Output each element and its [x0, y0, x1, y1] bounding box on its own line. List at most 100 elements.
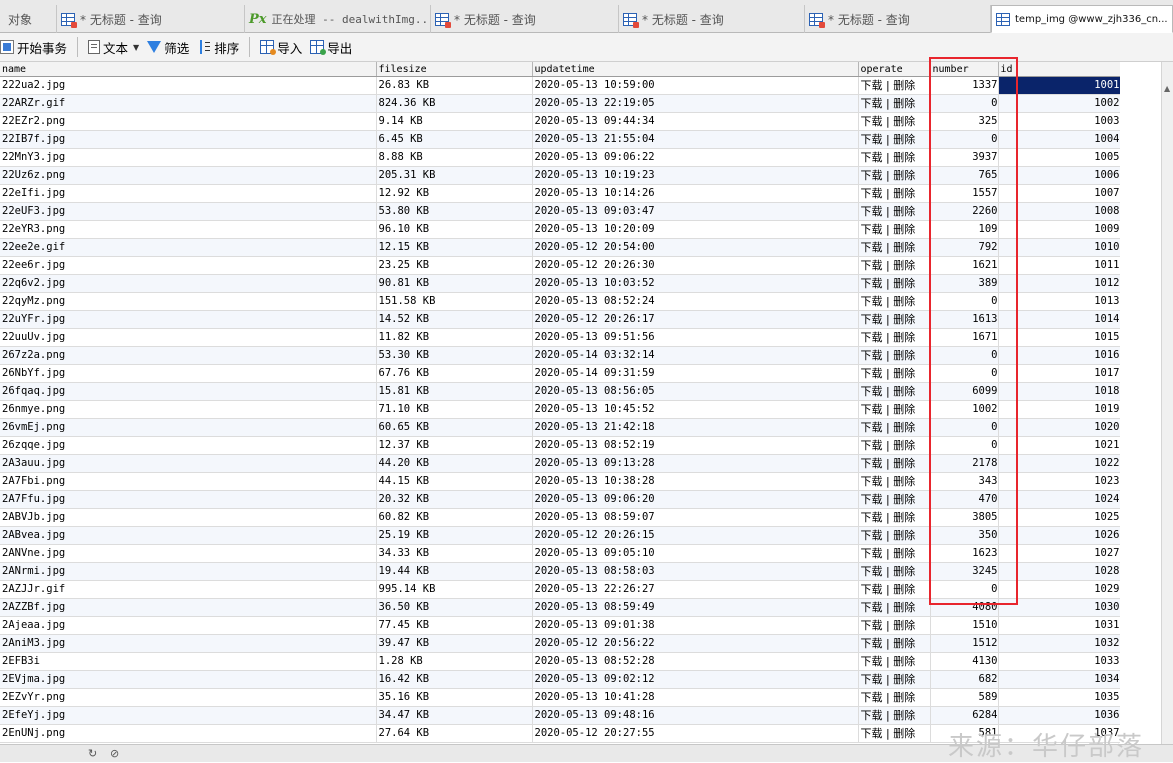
- cell-operate[interactable]: 下载 | 删除: [858, 508, 931, 527]
- cell-name[interactable]: 2EVjma.jpg: [0, 670, 377, 689]
- cell-filesize[interactable]: 205.31 KB: [376, 166, 533, 185]
- cell-updatetime[interactable]: 2020-05-13 09:51:56: [532, 328, 859, 347]
- cell-updatetime[interactable]: 2020-05-13 09:05:10: [532, 544, 859, 563]
- cell-number[interactable]: 682: [930, 670, 999, 689]
- column-header-operate[interactable]: operate: [858, 62, 931, 77]
- cell-updatetime[interactable]: 2020-05-13 09:06:22: [532, 148, 859, 167]
- cell-updatetime[interactable]: 2020-05-13 10:38:28: [532, 472, 859, 491]
- cell-filesize[interactable]: 53.80 KB: [376, 202, 533, 221]
- cell-id[interactable]: 1035: [998, 688, 1120, 707]
- cell-name[interactable]: 2ABvea.jpg: [0, 526, 377, 545]
- cell-operate[interactable]: 下载 | 删除: [858, 454, 931, 473]
- table-row[interactable]: 2EfeYj.jpg 34.47 KB 2020-05-13 09:48:16 下载 …: [0, 706, 1120, 725]
- tab-objects[interactable]: 对象: [0, 5, 57, 33]
- cell-number[interactable]: 589: [930, 688, 999, 707]
- cell-name[interactable]: 2ANrmi.jpg: [0, 562, 377, 581]
- cell-updatetime[interactable]: 2020-05-13 09:48:16: [532, 706, 859, 725]
- cell-name[interactable]: 2EFB3i: [0, 652, 377, 671]
- cell-operate[interactable]: 下载 | 删除: [858, 364, 931, 383]
- cell-name[interactable]: 26fqaq.jpg: [0, 382, 377, 401]
- cell-filesize[interactable]: 16.42 KB: [376, 670, 533, 689]
- vertical-scrollbar[interactable]: ▲: [1161, 62, 1173, 744]
- cell-name[interactable]: 22qyMz.png: [0, 292, 377, 311]
- cell-operate[interactable]: 下载 | 删除: [858, 562, 931, 581]
- cell-updatetime[interactable]: 2020-05-13 09:44:34: [532, 112, 859, 131]
- cell-filesize[interactable]: 6.45 KB: [376, 130, 533, 149]
- cell-operate[interactable]: 下载 | 删除: [858, 256, 931, 275]
- cell-filesize[interactable]: 19.44 KB: [376, 562, 533, 581]
- cell-updatetime[interactable]: 2020-05-13 09:13:28: [532, 454, 859, 473]
- cell-name[interactable]: 222ua2.jpg: [0, 76, 377, 95]
- cell-name[interactable]: 2AZJJr.gif: [0, 580, 377, 599]
- cell-operate[interactable]: 下载 | 删除: [858, 544, 931, 563]
- cell-operate[interactable]: 下载 | 删除: [858, 688, 931, 707]
- cell-filesize[interactable]: 12.37 KB: [376, 436, 533, 455]
- cell-operate[interactable]: 下载 | 删除: [858, 202, 931, 221]
- refresh-icon[interactable]: ↻: [88, 747, 97, 760]
- cell-updatetime[interactable]: 2020-05-13 10:41:28: [532, 688, 859, 707]
- cell-name[interactable]: 22ARZr.gif: [0, 94, 377, 113]
- cell-number[interactable]: 4130: [930, 652, 999, 671]
- cell-operate[interactable]: 下载 | 删除: [858, 472, 931, 491]
- sort-button[interactable]: 排序: [193, 36, 243, 58]
- cell-filesize[interactable]: 26.83 KB: [376, 76, 533, 95]
- cell-filesize[interactable]: 12.92 KB: [376, 184, 533, 203]
- cell-operate[interactable]: 下载 | 删除: [858, 292, 931, 311]
- cell-filesize[interactable]: 60.65 KB: [376, 418, 533, 437]
- table-row[interactable]: 2EVjma.jpg 16.42 KB 2020-05-13 09:02:12 下载 …: [0, 670, 1120, 689]
- tab-query-2[interactable]: * 无标题 - 查询: [431, 5, 619, 33]
- tab-query-1[interactable]: * 无标题 - 查询: [57, 5, 245, 33]
- cell-updatetime[interactable]: 2020-05-13 08:59:49: [532, 598, 859, 617]
- column-header-name[interactable]: name: [0, 62, 377, 77]
- cell-filesize[interactable]: 67.76 KB: [376, 364, 533, 383]
- import-button[interactable]: 导入: [256, 36, 306, 58]
- cell-updatetime[interactable]: 2020-05-14 03:32:14: [532, 346, 859, 365]
- begin-transaction-button[interactable]: 开始事务: [0, 36, 71, 58]
- cell-updatetime[interactable]: 2020-05-13 08:52:19: [532, 436, 859, 455]
- cell-filesize[interactable]: 44.20 KB: [376, 454, 533, 473]
- cell-name[interactable]: 22uuUv.jpg: [0, 328, 377, 347]
- cell-filesize[interactable]: 23.25 KB: [376, 256, 533, 275]
- scroll-up-icon[interactable]: ▲: [1164, 84, 1170, 93]
- cell-operate[interactable]: 下载 | 删除: [858, 436, 931, 455]
- cell-name[interactable]: 22ee6r.jpg: [0, 256, 377, 275]
- cell-filesize[interactable]: 36.50 KB: [376, 598, 533, 617]
- cell-filesize[interactable]: 20.32 KB: [376, 490, 533, 509]
- cell-operate[interactable]: 下载 | 删除: [858, 418, 931, 437]
- tab-processing[interactable]: Px 正在处理 -- dealwithImg...: [245, 5, 431, 33]
- cell-id[interactable]: 1033: [998, 652, 1120, 671]
- cell-updatetime[interactable]: 2020-05-13 22:26:27: [532, 580, 859, 599]
- cell-operate[interactable]: 下载 | 删除: [858, 652, 931, 671]
- cell-operate[interactable]: 下载 | 删除: [858, 382, 931, 401]
- cell-updatetime[interactable]: 2020-05-13 10:20:09: [532, 220, 859, 239]
- cell-filesize[interactable]: 35.16 KB: [376, 688, 533, 707]
- cell-filesize[interactable]: 8.88 KB: [376, 148, 533, 167]
- cell-updatetime[interactable]: 2020-05-12 20:26:30: [532, 256, 859, 275]
- cell-filesize[interactable]: 151.58 KB: [376, 292, 533, 311]
- cell-operate[interactable]: 下载 | 删除: [858, 400, 931, 419]
- cell-name[interactable]: 2EZvYr.png: [0, 688, 377, 707]
- export-button[interactable]: 导出: [306, 36, 356, 58]
- cell-operate[interactable]: 下载 | 删除: [858, 328, 931, 347]
- cell-filesize[interactable]: 77.45 KB: [376, 616, 533, 635]
- cell-filesize[interactable]: 824.36 KB: [376, 94, 533, 113]
- text-button[interactable]: 文本 ▼: [84, 36, 143, 58]
- tab-temp-img[interactable]: temp_img @www_zjh336_cn...: [991, 5, 1173, 33]
- cell-number[interactable]: 6284: [930, 706, 999, 725]
- cell-operate[interactable]: 下载 | 删除: [858, 598, 931, 617]
- cell-name[interactable]: 2A7Ffu.jpg: [0, 490, 377, 509]
- cell-operate[interactable]: 下载 | 删除: [858, 346, 931, 365]
- cell-filesize[interactable]: 11.82 KB: [376, 328, 533, 347]
- cell-name[interactable]: 267z2a.png: [0, 346, 377, 365]
- cell-name[interactable]: 2AniM3.jpg: [0, 634, 377, 653]
- cell-updatetime[interactable]: 2020-05-13 08:59:07: [532, 508, 859, 527]
- table-row[interactable]: 2EZvYr.png 35.16 KB 2020-05-13 10:41:28 下载 …: [0, 688, 1120, 707]
- cell-operate[interactable]: 下载 | 删除: [858, 706, 931, 725]
- cell-filesize[interactable]: 25.19 KB: [376, 526, 533, 545]
- cell-updatetime[interactable]: 2020-05-13 09:01:38: [532, 616, 859, 635]
- column-header-updatetime[interactable]: updatetime: [532, 62, 859, 77]
- cell-operate[interactable]: 下载 | 删除: [858, 670, 931, 689]
- cell-filesize[interactable]: 60.82 KB: [376, 508, 533, 527]
- cell-updatetime[interactable]: 2020-05-13 10:14:26: [532, 184, 859, 203]
- cell-name[interactable]: 2EnUNj.png: [0, 724, 377, 743]
